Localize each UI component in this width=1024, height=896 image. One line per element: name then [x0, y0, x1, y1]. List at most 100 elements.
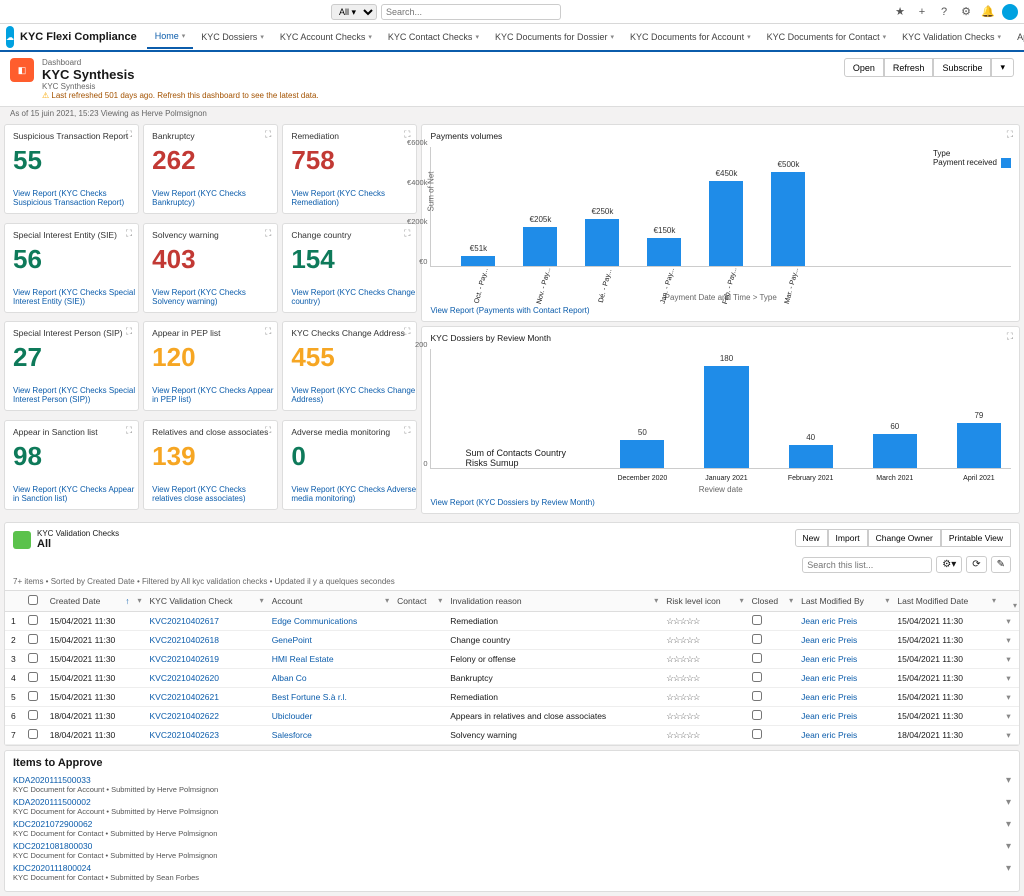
cell-account-link[interactable]: Best Fortune S.à r.l. [266, 688, 391, 707]
printable-view-button[interactable]: Printable View [941, 529, 1011, 547]
expand-icon[interactable]: ⛶ [404, 228, 410, 239]
column-menu-icon[interactable]: ▾ [885, 596, 889, 605]
row-menu-icon[interactable]: ▾ [998, 631, 1019, 650]
favorites-icon[interactable]: ★ [892, 4, 908, 20]
row-menu-icon[interactable]: ▾ [998, 650, 1019, 669]
select-all-checkbox[interactable] [28, 595, 38, 605]
view-report-link[interactable]: View Report (Payments with Contact Repor… [430, 306, 589, 315]
cell-modifiedby-link[interactable]: Jean eric Preis [795, 631, 891, 650]
row-menu-icon[interactable]: ▾ [998, 669, 1019, 688]
cell-modifiedby-link[interactable]: Jean eric Preis [795, 650, 891, 669]
approve-id-link[interactable]: KDC2021072900062 [13, 819, 1011, 829]
expand-icon[interactable]: ⛶ [126, 425, 132, 436]
bar[interactable]: 60March 2021 [873, 434, 917, 468]
nav-kyc-contact-checks[interactable]: KYC Contact Checks▾ [380, 25, 487, 49]
▾-button[interactable]: ▾ [991, 58, 1014, 77]
approve-menu-icon[interactable]: ▾ [1006, 797, 1011, 808]
cell-account-link[interactable]: Salesforce [266, 726, 391, 745]
column-menu-icon[interactable]: ▾ [654, 596, 658, 605]
nav-approval-requests[interactable]: Approval Requests▾ [1009, 25, 1024, 49]
list-refresh-icon[interactable]: ⟳ [966, 556, 986, 573]
open-button[interactable]: Open [844, 58, 884, 77]
row-menu-icon[interactable]: ▾ [998, 707, 1019, 726]
bar[interactable]: €51kOct. - Pay... [461, 256, 495, 266]
col-Account[interactable]: Account▾ [266, 591, 391, 612]
nav-kyc-account-checks[interactable]: KYC Account Checks▾ [272, 25, 380, 49]
view-report-link[interactable]: View Report (KYC Checks Remediation) [291, 189, 416, 207]
view-report-link[interactable]: View Report (KYC Checks Appear in Sancti… [13, 485, 138, 503]
cell-risk-stars[interactable]: ☆☆☆☆☆ [660, 650, 745, 669]
cell-risk-stars[interactable]: ☆☆☆☆☆ [660, 669, 745, 688]
view-report-link[interactable]: View Report (KYC Dossiers by Review Mont… [430, 498, 594, 507]
subscribe-button[interactable]: Subscribe [933, 58, 991, 77]
col-Last Modified Date[interactable]: Last Modified Date▾ [891, 591, 998, 612]
global-search-input[interactable] [381, 4, 561, 20]
expand-icon[interactable]: ⛶ [265, 129, 271, 140]
notifications-bell-icon[interactable]: 🔔 [980, 4, 996, 20]
list-edit-icon[interactable]: ✎ [991, 556, 1011, 573]
cell-risk-stars[interactable]: ☆☆☆☆☆ [660, 631, 745, 650]
cell-check-link[interactable]: KVC20210402617 [143, 612, 265, 631]
approve-id-link[interactable]: KDC2021081800030 [13, 841, 1011, 851]
cell-check-link[interactable]: KVC20210402623 [143, 726, 265, 745]
expand-icon[interactable]: ⛶ [265, 326, 271, 337]
cell-account-link[interactable]: GenePoint [266, 631, 391, 650]
cell-account-link[interactable]: Ubiclouder [266, 707, 391, 726]
col-Last Modified By[interactable]: Last Modified By▾ [795, 591, 891, 612]
col-1[interactable] [22, 591, 44, 612]
approve-id-link[interactable]: KDA2020111500002 [13, 797, 1011, 807]
cell-risk-stars[interactable]: ☆☆☆☆☆ [660, 688, 745, 707]
approve-menu-icon[interactable]: ▾ [1006, 841, 1011, 852]
bar[interactable]: €500kMar. - Pay... [771, 172, 805, 266]
view-report-link[interactable]: View Report (KYC Checks Solvency warning… [152, 288, 277, 306]
cell-check-link[interactable]: KVC20210402619 [143, 650, 265, 669]
view-report-link[interactable]: View Report (KYC Checks Special Interest… [13, 288, 138, 306]
row-menu-icon[interactable]: ▾ [998, 688, 1019, 707]
cell-risk-stars[interactable]: ☆☆☆☆☆ [660, 726, 745, 745]
column-menu-icon[interactable]: ▾ [992, 596, 996, 605]
cell-modifiedby-link[interactable]: Jean eric Preis [795, 707, 891, 726]
cell-modifiedby-link[interactable]: Jean eric Preis [795, 688, 891, 707]
cell-check-link[interactable]: KVC20210402621 [143, 688, 265, 707]
bar[interactable]: €250kDé. - Pay... [585, 219, 619, 266]
column-menu-icon[interactable]: ▾ [385, 596, 389, 605]
approve-id-link[interactable]: KDA2020111500033 [13, 775, 1011, 785]
nav-kyc-documents-for-dossier[interactable]: KYC Documents for Dossier▾ [487, 25, 622, 49]
bar[interactable]: 180January 2021 [704, 366, 748, 468]
col-KYC Validation Check[interactable]: KYC Validation Check▾ [143, 591, 265, 612]
cell-check-link[interactable]: KVC20210402620 [143, 669, 265, 688]
column-menu-icon[interactable]: ▾ [789, 596, 793, 605]
nav-kyc-dossiers[interactable]: KYC Dossiers▾ [193, 25, 272, 49]
row-checkbox[interactable] [28, 691, 38, 701]
nav-kyc-validation-checks[interactable]: KYC Validation Checks▾ [894, 25, 1009, 49]
closed-checkbox[interactable] [752, 710, 762, 720]
cell-modifiedby-link[interactable]: Jean eric Preis [795, 612, 891, 631]
expand-icon[interactable]: ⛶ [404, 326, 410, 337]
col-Closed[interactable]: Closed▾ [746, 591, 795, 612]
change-owner-button[interactable]: Change Owner [868, 529, 941, 547]
closed-checkbox[interactable] [752, 691, 762, 701]
nav-kyc-documents-for-account[interactable]: KYC Documents for Account▾ [622, 25, 759, 49]
approve-menu-icon[interactable]: ▾ [1006, 863, 1011, 874]
column-menu-icon[interactable]: ▾ [137, 596, 141, 605]
cell-account-link[interactable]: Alban Co [266, 669, 391, 688]
cell-account-link[interactable]: HMI Real Estate [266, 650, 391, 669]
bar[interactable]: 40February 2021 [789, 445, 833, 468]
expand-icon[interactable]: ⛶ [265, 425, 271, 436]
col-11[interactable]: ▾ [998, 591, 1019, 612]
bar[interactable]: 79April 2021 [957, 423, 1001, 468]
row-menu-icon[interactable]: ▾ [998, 726, 1019, 745]
cell-risk-stars[interactable]: ☆☆☆☆☆ [660, 612, 745, 631]
col-Contact[interactable]: Contact▾ [391, 591, 444, 612]
add-icon[interactable]: + [914, 4, 930, 20]
list-settings-icon[interactable]: ⚙▾ [936, 556, 962, 573]
avatar[interactable] [1002, 4, 1018, 20]
row-checkbox[interactable] [28, 672, 38, 682]
expand-icon[interactable]: ⛶ [126, 228, 132, 239]
view-report-link[interactable]: View Report (KYC Checks Special Interest… [13, 386, 138, 404]
expand-icon[interactable]: ⛶ [265, 228, 271, 239]
approve-id-link[interactable]: KDC2020111800024 [13, 863, 1011, 873]
closed-checkbox[interactable] [752, 653, 762, 663]
view-report-link[interactable]: View Report (KYC Checks Suspicious Trans… [13, 189, 138, 207]
view-report-link[interactable]: View Report (KYC Checks relatives close … [152, 485, 277, 503]
